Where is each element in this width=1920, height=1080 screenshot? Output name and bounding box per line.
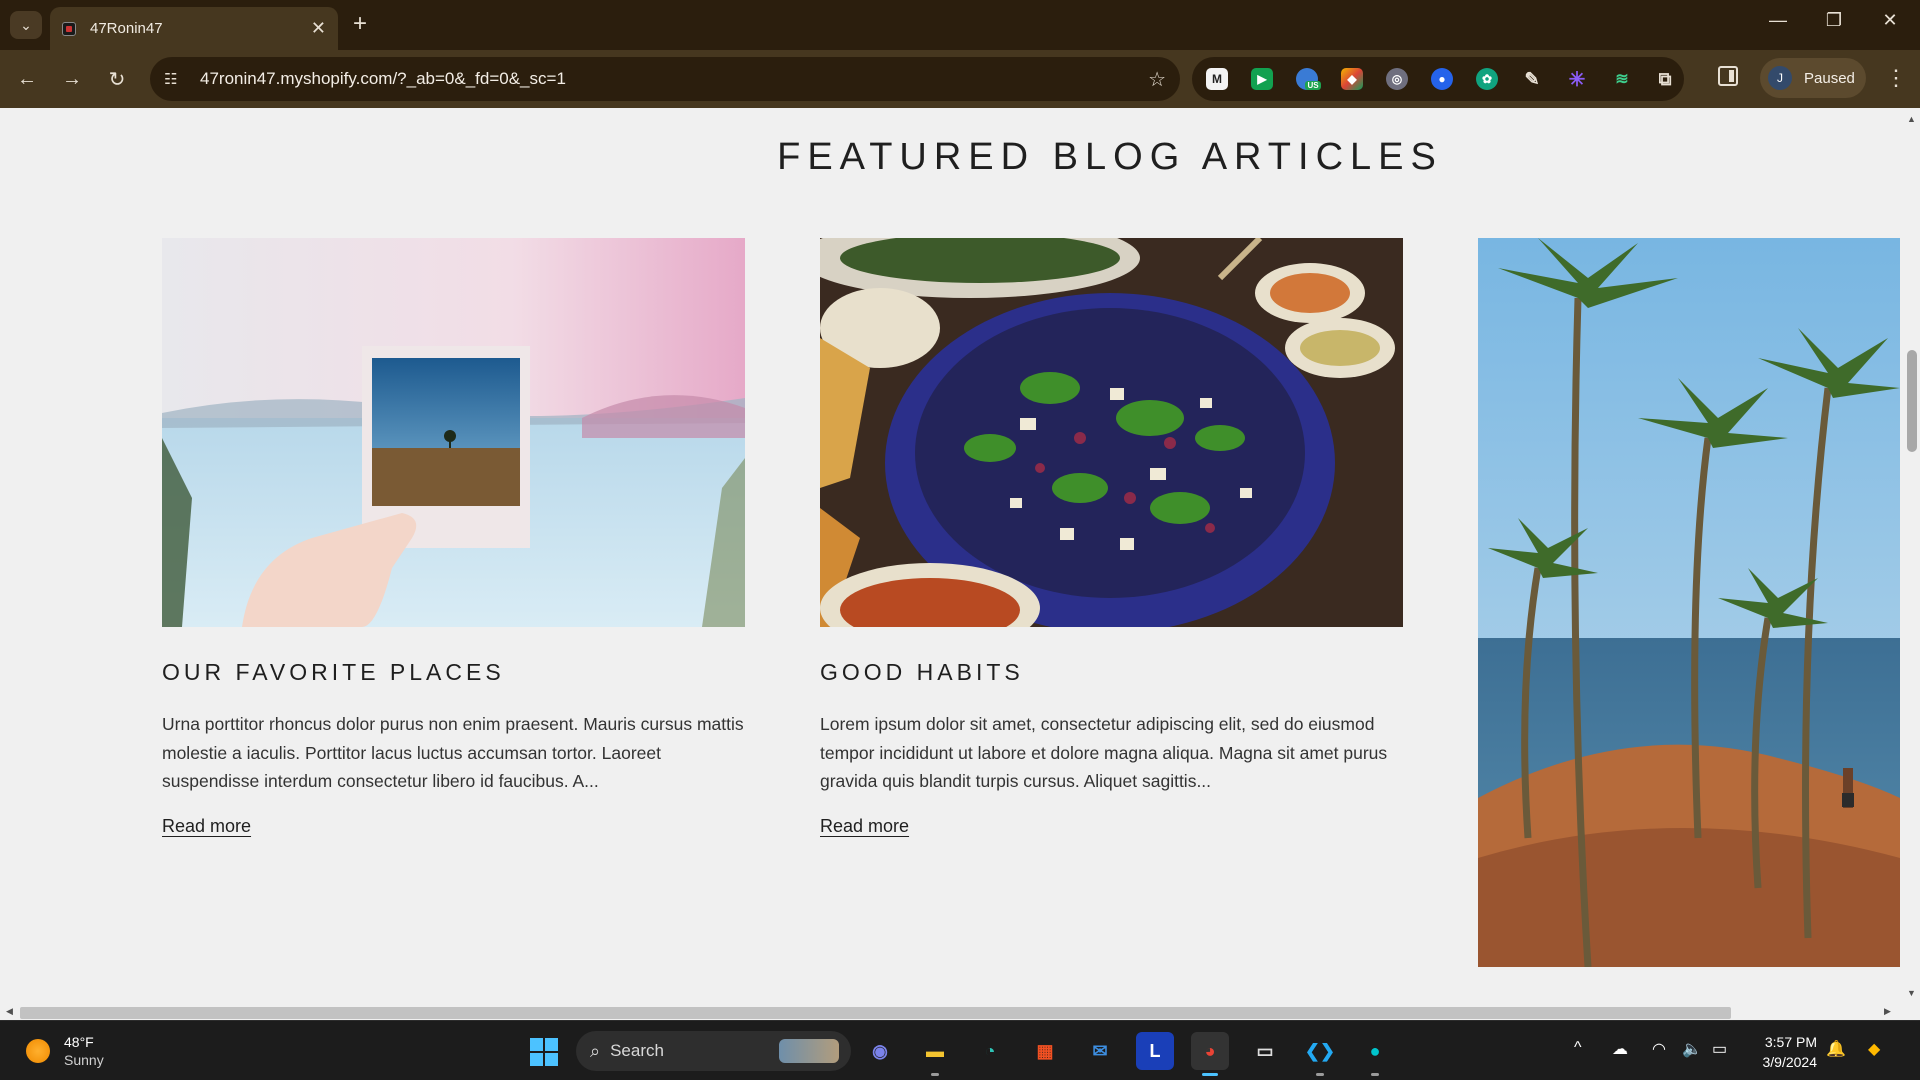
read-more-link[interactable]: Read more <box>820 816 909 837</box>
weather-widget[interactable]: 48°F Sunny <box>26 1033 104 1069</box>
site-favicon-icon <box>62 21 76 36</box>
polaroid-photo-lake <box>162 238 745 627</box>
minimize-button[interactable]: — <box>1758 10 1798 31</box>
extension-chatgpt-icon[interactable]: ✿ <box>1476 68 1498 90</box>
extension-spark-icon[interactable]: ✳ <box>1566 68 1588 91</box>
volume-icon[interactable]: 🔈 <box>1682 1039 1702 1059</box>
profile-status: Paused <box>1804 69 1855 87</box>
tab-close-icon[interactable]: ✕ <box>311 18 326 39</box>
extension-web-icon[interactable]: ◎ <box>1386 68 1408 90</box>
extension-vpn-icon[interactable]: US <box>1296 68 1321 90</box>
notification-bell-icon[interactable]: 🔔 <box>1826 1039 1846 1059</box>
profile-button[interactable]: J Paused <box>1760 58 1866 98</box>
extensions-bar: M ▶ US ◆ ◎ ● ✿ ✎ ✳ ≋ ⧉ <box>1192 57 1684 101</box>
sun-icon <box>26 1039 50 1063</box>
avatar: J <box>1768 66 1792 90</box>
onedrive-icon[interactable]: ☁ <box>1612 1039 1628 1059</box>
bookmark-star-icon[interactable]: ☆ <box>1148 67 1166 92</box>
clock-date: 3/9/2024 <box>1762 1054 1818 1070</box>
tab-strip: ⌄ 47Ronin47 ✕ + — ❐ ✕ <box>0 0 1920 50</box>
vscode-icon[interactable]: ❮❯ <box>1301 1032 1339 1076</box>
file-explorer-icon[interactable]: ▬ <box>916 1032 954 1076</box>
scroll-thumb[interactable] <box>20 1007 1731 1019</box>
site-info-icon[interactable]: ☷ <box>164 70 186 88</box>
blog-title[interactable]: OUR FAVORITE PLACES <box>162 659 745 686</box>
blog-card: OUR FAVORITE PLACES Urna porttitor rhonc… <box>162 238 745 837</box>
horizontal-scrollbar[interactable]: ◀ ▶ <box>0 1004 1920 1020</box>
address-bar[interactable]: ☷ 47ronin47.myshopify.com/?_ab=0&_fd=0&_… <box>150 57 1180 101</box>
extension-eyedropper-icon[interactable]: ✎ <box>1521 68 1543 90</box>
vertical-scrollbar[interactable]: ▲ ▼ <box>1904 108 1920 1004</box>
clock-time: 3:57 PM <box>1764 1034 1817 1050</box>
taskbar-search[interactable]: ⌕ Search <box>576 1031 851 1071</box>
taskbar: 48°F Sunny ⌕ Search ◉ ▬ ◔ ▦ ✉ L ◕ ▭ ❮❯ ●… <box>0 1020 1920 1080</box>
l-app-icon[interactable]: L <box>1136 1032 1174 1070</box>
section-title: FEATURED BLOG ARTICLES <box>777 136 1443 178</box>
extension-layers-icon[interactable]: ≋ <box>1611 68 1633 90</box>
side-panel-icon[interactable] <box>1718 66 1738 86</box>
weather-condition: Sunny <box>64 1052 104 1068</box>
scroll-down-icon[interactable]: ▼ <box>1907 988 1916 998</box>
scroll-left-icon[interactable]: ◀ <box>6 1006 13 1017</box>
store-icon[interactable]: ▦ <box>1026 1032 1064 1070</box>
restore-button[interactable]: ❐ <box>1814 10 1854 31</box>
tab-search-button[interactable]: ⌄ <box>10 11 42 39</box>
teams-icon[interactable]: ◉ <box>861 1032 899 1070</box>
scroll-up-icon[interactable]: ▲ <box>1907 114 1916 124</box>
scroll-right-icon[interactable]: ▶ <box>1884 1006 1891 1017</box>
search-icon: ⌕ <box>590 1040 601 1061</box>
copilot-icon[interactable]: ◆ <box>1868 1039 1880 1059</box>
canva-icon[interactable]: ● <box>1356 1032 1394 1076</box>
search-placeholder: Search <box>610 1041 664 1060</box>
read-more-link[interactable]: Read more <box>162 816 251 837</box>
palm-trees-beach <box>1478 238 1900 967</box>
page-viewport: FEATURED BLOG ARTICLES OUR FAVORITE PLAC… <box>0 108 1904 1004</box>
tab-active[interactable]: 47Ronin47 ✕ <box>50 7 338 50</box>
terminal-icon[interactable]: ▭ <box>1246 1032 1284 1070</box>
url-text[interactable]: 47ronin47.myshopify.com/?_ab=0&_fd=0&_sc… <box>200 69 1148 89</box>
weather-temp: 48°F <box>64 1034 94 1050</box>
salad-bowl <box>820 238 1403 627</box>
blog-excerpt: Urna porttitor rhoncus dolor purus non e… <box>162 714 744 791</box>
back-button[interactable]: ← <box>12 64 42 94</box>
extensions-puzzle-icon[interactable]: ⧉ <box>1654 68 1676 90</box>
extension-m-icon[interactable]: M <box>1206 68 1228 90</box>
blog-image-polaroid[interactable] <box>162 238 745 627</box>
wifi-icon[interactable]: ◠ <box>1652 1039 1666 1059</box>
close-window-button[interactable]: ✕ <box>1870 10 1910 31</box>
blog-image-palms[interactable] <box>1478 238 1900 967</box>
start-button[interactable] <box>530 1038 558 1066</box>
blog-title[interactable]: GOOD HABITS <box>820 659 1403 686</box>
blog-image-salad[interactable] <box>820 238 1403 627</box>
search-highlight-image <box>779 1039 839 1063</box>
blog-excerpt: Lorem ipsum dolor sit amet, consectetur … <box>820 714 1388 791</box>
mail-icon[interactable]: ✉ <box>1081 1032 1119 1070</box>
extension-record-icon[interactable]: ● <box>1431 68 1453 90</box>
extension-video-icon[interactable]: ▶ <box>1251 68 1273 90</box>
blog-card: GOOD HABITS Lorem ipsum dolor sit amet, … <box>820 238 1403 837</box>
extension-diamond-icon[interactable]: ◆ <box>1341 68 1363 90</box>
tab-title: 47Ronin47 <box>90 20 163 37</box>
forward-button[interactable]: → <box>57 64 87 94</box>
reload-button[interactable]: ↻ <box>102 64 132 94</box>
browser-menu-icon[interactable]: ⋮ <box>1885 65 1907 91</box>
battery-icon[interactable]: ▭ <box>1712 1039 1727 1059</box>
scroll-thumb[interactable] <box>1907 350 1917 452</box>
tray-overflow-icon[interactable]: ^ <box>1574 1039 1582 1057</box>
chrome-icon[interactable]: ◕ <box>1191 1032 1229 1076</box>
new-tab-button[interactable]: + <box>353 10 367 38</box>
clock[interactable]: 3:57 PM 3/9/2024 <box>1755 1032 1818 1072</box>
browser-toolbar: ← → ↻ ☷ 47ronin47.myshopify.com/?_ab=0&_… <box>0 50 1920 108</box>
edge-icon[interactable]: ◔ <box>971 1032 1009 1070</box>
